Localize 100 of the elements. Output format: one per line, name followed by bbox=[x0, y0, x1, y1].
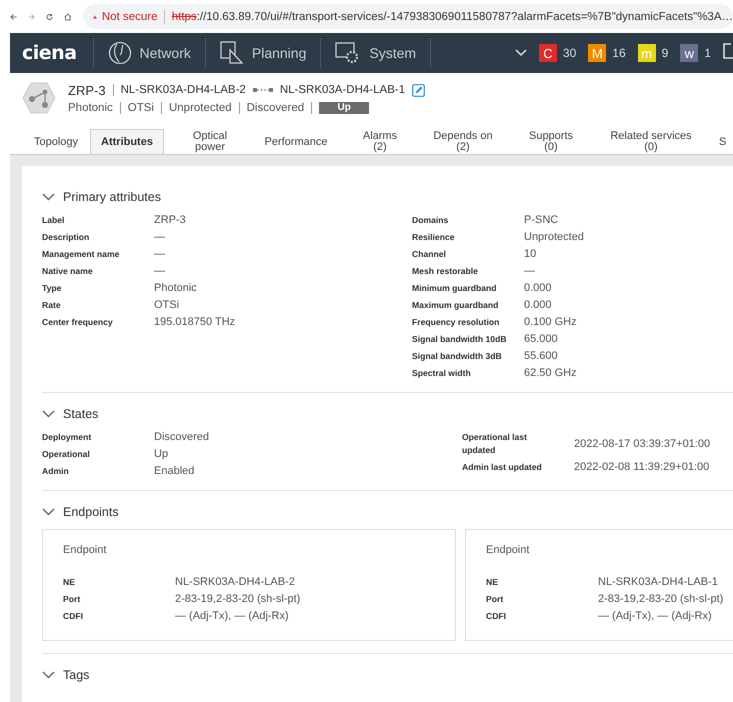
field-label: Rate bbox=[42, 299, 62, 312]
field-value: OTSi bbox=[154, 299, 180, 312]
card-title: Endpoint bbox=[63, 544, 108, 556]
field-value: ZRP-3 bbox=[154, 214, 187, 227]
tab[interactable]: Supports (0) bbox=[502, 129, 600, 154]
field-label: Operational last updated bbox=[462, 431, 528, 457]
ruler-triangle-icon bbox=[220, 41, 244, 65]
status-badge: Up bbox=[319, 102, 370, 114]
field-label: CDFI bbox=[486, 610, 508, 623]
field-label: Admin bbox=[42, 465, 70, 478]
field-value: Photonic bbox=[154, 282, 198, 295]
field-label: Type bbox=[42, 282, 62, 295]
field-label: Channel bbox=[412, 248, 447, 261]
field-label: Management name bbox=[42, 248, 120, 261]
url-text: https://10.63.89.70/ui/#/transport-services/-1479383069011580787?alarmFacets=%7B"dynamicFacets"%3A… bbox=[172, 10, 733, 22]
field-value: 2-83-19,2-83-20 (sh-sl-pt) bbox=[175, 593, 302, 606]
nav-item[interactable]: Network bbox=[94, 38, 206, 68]
field-label: Frequency resolution bbox=[412, 316, 500, 329]
field-value: 2022-08-17 03:39:37+01:00 bbox=[574, 438, 712, 450]
section-title: Tags bbox=[63, 668, 90, 682]
field-label: Center frequency bbox=[42, 316, 114, 329]
field-value: 195.018750 THz bbox=[154, 316, 236, 329]
chevron-down-icon[interactable] bbox=[42, 671, 55, 679]
field-label: Maximum guardband bbox=[412, 299, 500, 312]
tab[interactable]: Alarms (2) bbox=[336, 129, 424, 154]
security-label: Not secure bbox=[102, 10, 158, 22]
card-title: Endpoint bbox=[486, 544, 530, 556]
field-value: 0.100 GHz bbox=[524, 316, 578, 329]
field-label: Native name bbox=[42, 265, 94, 278]
nav-item[interactable]: System bbox=[321, 38, 432, 68]
tab[interactable]: Optical power bbox=[164, 129, 256, 154]
field-label: Signal bandwidth 3dB bbox=[412, 350, 503, 363]
tab[interactable]: Performance bbox=[256, 129, 336, 154]
field-label: Spectral width bbox=[412, 367, 472, 380]
chevron-down-icon[interactable] bbox=[42, 193, 55, 201]
field-label: Label bbox=[42, 214, 66, 227]
field-label: NE bbox=[486, 576, 499, 589]
field-label: Port bbox=[486, 593, 504, 606]
chevron-down-icon[interactable] bbox=[42, 508, 55, 516]
globe-icon bbox=[108, 41, 132, 65]
tab[interactable]: Topology bbox=[22, 129, 90, 154]
field-label: Minimum guardband bbox=[412, 282, 498, 295]
endpoint-name: NL-SRK03A-DH4-LAB-2 bbox=[120, 84, 246, 96]
service-icon bbox=[22, 82, 56, 114]
field-value: Discovered bbox=[154, 431, 210, 444]
alarm-count: 16 bbox=[612, 46, 626, 60]
field-value: — bbox=[154, 231, 166, 244]
nav-item[interactable]: Planning bbox=[206, 38, 322, 68]
field-value: Up bbox=[154, 448, 170, 461]
service-attribute: Photonic bbox=[68, 102, 113, 114]
link-icon bbox=[252, 87, 273, 93]
alarm-count: 1 bbox=[704, 46, 711, 60]
section-title: States bbox=[63, 407, 98, 421]
tab[interactable]: Depends on (2) bbox=[424, 129, 502, 154]
tab[interactable]: Related services (0) bbox=[600, 129, 702, 154]
tab[interactable]: S bbox=[702, 129, 732, 154]
alarm-badge[interactable]: C bbox=[538, 44, 557, 62]
field-value: 62.50 GHz bbox=[524, 367, 578, 380]
service-attribute: Unprotected bbox=[168, 102, 232, 114]
field-label: Port bbox=[63, 593, 82, 606]
field-value: 2-83-19,2-83-20 (sh-sl-pt) bbox=[598, 593, 724, 606]
field-value: NL-SRK03A-DH4-LAB-1 bbox=[598, 576, 719, 589]
alarm-count: 9 bbox=[662, 46, 668, 60]
field-label: Admin last updated bbox=[462, 461, 542, 474]
field-value: Enabled bbox=[154, 465, 196, 478]
field-label: Domains bbox=[412, 214, 450, 227]
field-value: — (Adj-Tx), — (Adj-Rx) bbox=[598, 610, 713, 623]
field-value: P-SNC bbox=[524, 214, 560, 227]
field-label: Operational bbox=[42, 448, 91, 461]
field-label: Deployment bbox=[42, 431, 92, 444]
field-value: 65.000 bbox=[524, 333, 559, 346]
field-value: 0.000 bbox=[524, 282, 553, 295]
field-label: Description bbox=[42, 231, 90, 244]
field-value: 0.000 bbox=[524, 299, 553, 312]
field-value: NL-SRK03A-DH4-LAB-2 bbox=[175, 576, 296, 589]
tab[interactable]: Attributes bbox=[90, 129, 164, 154]
alarm-count: 30 bbox=[562, 46, 576, 60]
field-label: Resilience bbox=[412, 231, 456, 244]
service-name: ZRP-3 bbox=[68, 82, 106, 98]
field-value: 55.600 bbox=[524, 350, 559, 363]
endpoint-name: NL-SRK03A-DH4-LAB-1 bbox=[280, 84, 406, 96]
logo[interactable]: ciena bbox=[10, 38, 94, 68]
field-label: Signal bandwidth 10dB bbox=[412, 333, 508, 346]
address-bar[interactable]: Not secure https://10.63.89.70/ui/#/transport-services/-1479383069011580787?alarmFacets=%7B"dynamicFacets"%3A… bbox=[83, 4, 733, 29]
section-title: Primary attributes bbox=[63, 190, 161, 204]
field-value: — (Adj-Tx), — (Adj-Rx) bbox=[175, 610, 290, 623]
alarm-badge[interactable]: w bbox=[680, 44, 698, 62]
service-attribute: Discovered bbox=[246, 102, 304, 114]
section-title: Endpoints bbox=[63, 505, 119, 519]
service-attribute: OTSi bbox=[128, 102, 154, 114]
field-label: NE bbox=[63, 576, 76, 589]
field-label: Mesh restorable bbox=[412, 265, 479, 278]
chevron-down-icon[interactable] bbox=[42, 410, 55, 418]
field-value: — bbox=[154, 248, 166, 261]
edit-icon[interactable] bbox=[412, 84, 426, 96]
field-label: CDFI bbox=[63, 610, 84, 623]
field-value: — bbox=[524, 265, 536, 278]
field-value: 10 bbox=[524, 248, 538, 261]
field-value: — bbox=[154, 265, 166, 278]
field-value: 2022-02-08 11:39:29+01:00 bbox=[574, 461, 710, 474]
